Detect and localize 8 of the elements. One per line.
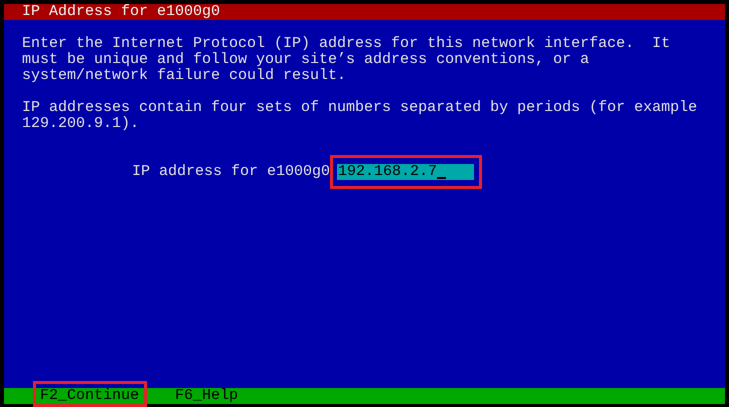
text-cursor-icon — [437, 177, 446, 179]
function-key[interactable]: F6_Help — [175, 388, 238, 404]
window-title: IP Address for e1000g0 — [22, 4, 220, 20]
instruction-text: IP addresses contain four sets of numbers separated by periods (for example 129.200.9.1). — [22, 100, 698, 132]
instruction-text: Enter the Internet Protocol (IP) address for this network interface. It must be unique and follow your site’s address conventions, or a system/network failure could result. — [22, 36, 672, 84]
field-label: IP address for e1000g0 — [132, 164, 330, 180]
ip-address-field[interactable]: 192.168.2.7 — [337, 164, 474, 180]
function-key[interactable]: F2_Continue — [40, 388, 140, 404]
